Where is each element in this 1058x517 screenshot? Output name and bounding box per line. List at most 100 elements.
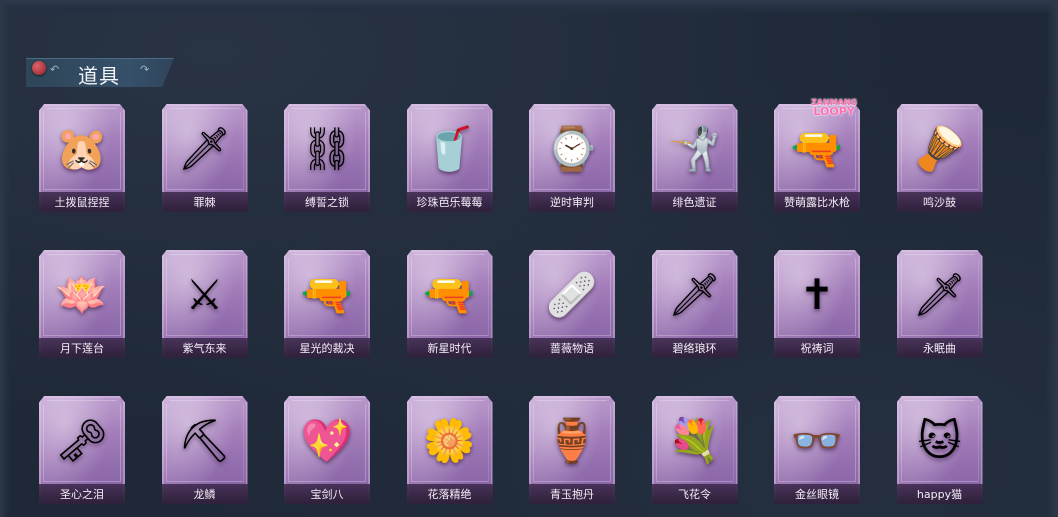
- chain-lock-icon: ⛓: [300, 124, 354, 173]
- item-grid: 🐹 土拨鼠捏捏 🗡 罪棘 ⛓ 缚誓之锁 🥤 珍珠芭乐莓莓 ⌚ 逆时审判 🤺 绯色遗证 🔫 ZANMANG L…: [36, 98, 986, 506]
- right-frame-border: [1046, 0, 1058, 517]
- brand-badge-line2: LOOPY: [813, 105, 855, 118]
- item-name-label: 绯色遗证: [672, 196, 717, 209]
- golden-cross-icon: ✝: [799, 270, 835, 319]
- bubble-tea-icon: 🥤: [423, 124, 476, 173]
- item-name-label: 月下莲台: [60, 342, 104, 355]
- item-label-bar: happy猫: [896, 484, 983, 504]
- item-label-bar: 鸣沙鼓: [896, 192, 983, 212]
- item-card[interactable]: 🗡 永眠曲: [894, 250, 984, 360]
- item-card[interactable]: 🗡 碧络琅环: [649, 250, 739, 360]
- item-card[interactable]: 🔫 ZANMANG LOOPY 赞萌露比水枪: [771, 98, 861, 214]
- item-name-label: 祝祷词: [800, 342, 834, 355]
- section-title: 道具: [78, 64, 120, 88]
- item-card[interactable]: 🩹 蔷薇物语: [526, 250, 616, 360]
- item-name-label: 圣心之泪: [60, 488, 104, 501]
- jade-sword-icon: 🗡: [667, 270, 722, 319]
- item-card[interactable]: 💖 宝剑八: [281, 396, 371, 506]
- item-name-label: 鸣沙鼓: [923, 196, 956, 209]
- item-name-label: 星光的裁决: [299, 342, 355, 355]
- item-name-label: 青玉抱丹: [550, 488, 594, 501]
- flower-bouquet-icon: 💐: [668, 416, 721, 465]
- item-label-bar: 赞萌露比水枪: [774, 192, 860, 212]
- left-frame-border: [0, 0, 10, 517]
- pin-icon: [32, 61, 46, 75]
- item-name-label: 珍珠芭乐莓莓: [416, 196, 483, 209]
- item-card[interactable]: 🪷 月下莲台: [36, 250, 126, 360]
- top-frame-border: [0, 0, 1058, 14]
- item-name-label: 龙鳞: [193, 488, 216, 501]
- item-card[interactable]: ⛓ 缚誓之锁: [281, 104, 371, 214]
- item-name-label: 逆时审判: [550, 196, 594, 209]
- item-label-bar: 缚誓之锁: [284, 192, 370, 212]
- item-label-bar: 宝剑八: [284, 484, 370, 504]
- item-card[interactable]: 🪘 鸣沙鼓: [894, 104, 984, 214]
- rapier-icon: 🤺: [668, 124, 721, 173]
- item-label-bar: 土拨鼠捏捏: [39, 192, 125, 212]
- item-card[interactable]: 🤺 绯色遗证: [649, 104, 739, 214]
- item-card[interactable]: 🥤 珍珠芭乐莓莓: [404, 104, 494, 214]
- heart-shield-icon: 💖: [300, 416, 354, 465]
- item-name-label: 紫气东来: [182, 342, 227, 355]
- item-card[interactable]: 💐 飞花令: [649, 396, 739, 506]
- item-label-bar: 龙鳞: [161, 484, 248, 504]
- glasses-icon: 👓: [790, 416, 844, 465]
- item-label-bar: 罪棘: [161, 192, 248, 212]
- potion-vase-icon: 🏺: [545, 416, 599, 465]
- item-label-bar: 蔷薇物语: [529, 338, 615, 358]
- item-label-bar: 珍珠芭乐莓莓: [406, 192, 493, 212]
- ruby-key-icon: 🗝: [55, 416, 109, 465]
- item-card[interactable]: 👓 金丝眼镜: [771, 396, 861, 506]
- golden-shovel-icon: ⛏: [177, 416, 232, 465]
- lotus-scepter-icon: 🪷: [55, 270, 109, 319]
- item-label-bar: 新星时代: [406, 338, 493, 358]
- item-label-bar: 绯色遗证: [651, 192, 738, 212]
- item-card[interactable]: ⛏ 龙鳞: [159, 396, 249, 506]
- item-name-label: 蔷薇物语: [550, 342, 594, 355]
- item-name-label: 罪棘: [193, 196, 216, 209]
- left-ornament-icon: ↶: [50, 63, 60, 76]
- item-card[interactable]: 🔫 新星时代: [404, 250, 494, 360]
- item-name-label: 赞萌露比水枪: [784, 196, 850, 209]
- item-name-label: 缚誓之锁: [305, 196, 349, 209]
- water-gun-icon: 🔫: [790, 124, 844, 173]
- brand-badge-logo: ZANMANG LOOPY: [811, 98, 857, 118]
- violet-sword-icon: 🗡: [912, 270, 967, 319]
- item-card[interactable]: 🗡 罪棘: [159, 104, 249, 214]
- item-label-bar: 圣心之泪: [39, 484, 125, 504]
- item-card[interactable]: 🐹 土拨鼠捏捏: [36, 104, 126, 214]
- item-label-bar: 月下莲台: [39, 338, 125, 358]
- item-card[interactable]: ⌚ 逆时审判: [526, 104, 616, 214]
- item-label-bar: 青玉抱丹: [529, 484, 615, 504]
- item-label-bar: 逆时审判: [529, 192, 615, 212]
- revolver-icon: 🔫: [423, 270, 476, 319]
- item-name-label: happy猫: [916, 488, 963, 501]
- right-ornament-icon: ↷: [140, 63, 150, 76]
- item-name-label: 宝剑八: [310, 488, 344, 501]
- item-card[interactable]: 🌼 花落精绝: [404, 396, 494, 506]
- item-name-label: 土拨鼠捏捏: [54, 196, 110, 209]
- item-card[interactable]: ⚔ 紫气东来: [159, 250, 249, 360]
- item-name-label: 花落精绝: [427, 488, 472, 501]
- item-card[interactable]: ✝ 祝祷词: [771, 250, 861, 360]
- item-name-label: 金丝眼镜: [795, 488, 839, 501]
- item-collection-screen: ↶ ↷ 道具 🐹 土拨鼠捏捏 🗡 罪棘 ⛓ 缚誓之锁 🥤 珍珠芭乐莓莓 ⌚ 逆时审判 🤺 绯色遗证 🔫 Z…: [0, 0, 1058, 517]
- item-name-label: 永眠曲: [923, 342, 956, 355]
- thorn-spear-icon: 🗡: [177, 124, 232, 173]
- item-label-bar: 祝祷词: [774, 338, 860, 358]
- item-card[interactable]: 🐱 happy猫: [894, 396, 984, 506]
- flower-pendant-icon: 🌼: [423, 416, 476, 465]
- cat-figure-icon: 🐱: [917, 416, 962, 465]
- item-card[interactable]: 🗝 圣心之泪: [36, 396, 126, 506]
- item-label-bar: 金丝眼镜: [774, 484, 860, 504]
- pocket-watch-icon: ⌚: [545, 124, 599, 173]
- item-card[interactable]: 🔫 星光的裁决: [281, 250, 371, 360]
- item-name-label: 新星时代: [427, 342, 472, 355]
- item-label-bar: 永眠曲: [896, 338, 983, 358]
- item-label-bar: 飞花令: [651, 484, 738, 504]
- item-name-label: 碧络琅环: [672, 342, 717, 355]
- item-label-bar: 花落精绝: [406, 484, 493, 504]
- dreamcatcher-drum-icon: 🪘: [913, 124, 966, 173]
- item-card[interactable]: 🏺 青玉抱丹: [526, 396, 616, 506]
- flintlock-pistol-icon: 🔫: [300, 270, 354, 319]
